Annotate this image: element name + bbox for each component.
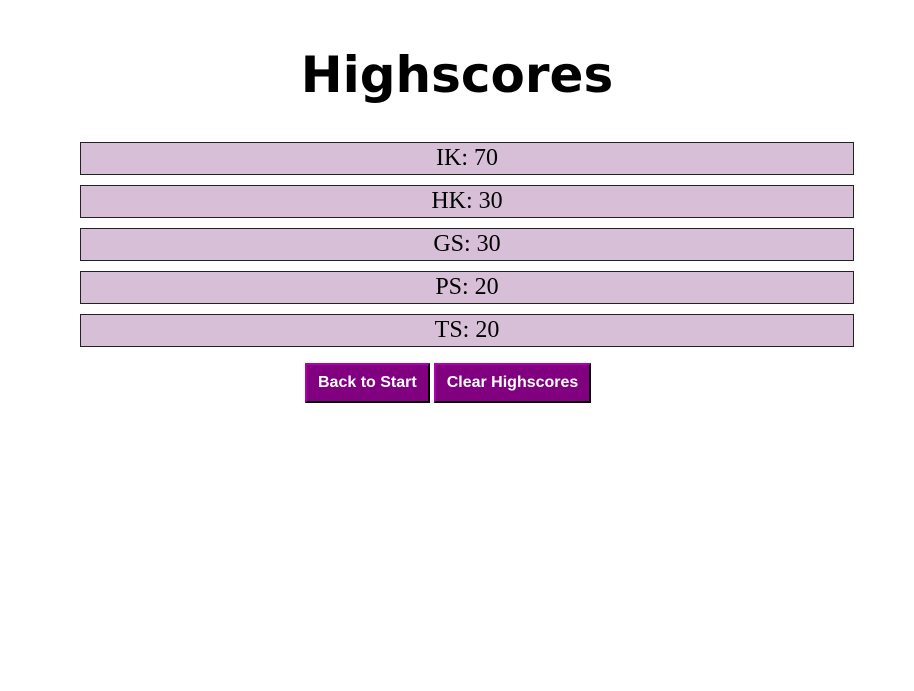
back-to-start-button[interactable]: Back to Start [305, 363, 430, 403]
highscore-list: IK: 70 HK: 30 GS: 30 PS: 20 TS: 20 [80, 142, 854, 357]
highscore-entry: GS: 30 [80, 228, 854, 261]
highscore-entry: HK: 30 [80, 185, 854, 218]
highscore-entry: TS: 20 [80, 314, 854, 347]
highscore-entry: PS: 20 [80, 271, 854, 304]
clear-highscores-button[interactable]: Clear Highscores [433, 363, 592, 403]
page-title: Highscores [300, 46, 614, 104]
action-buttons: Back to Start Clear Highscores [305, 363, 592, 403]
highscore-entry: IK: 70 [80, 142, 854, 175]
